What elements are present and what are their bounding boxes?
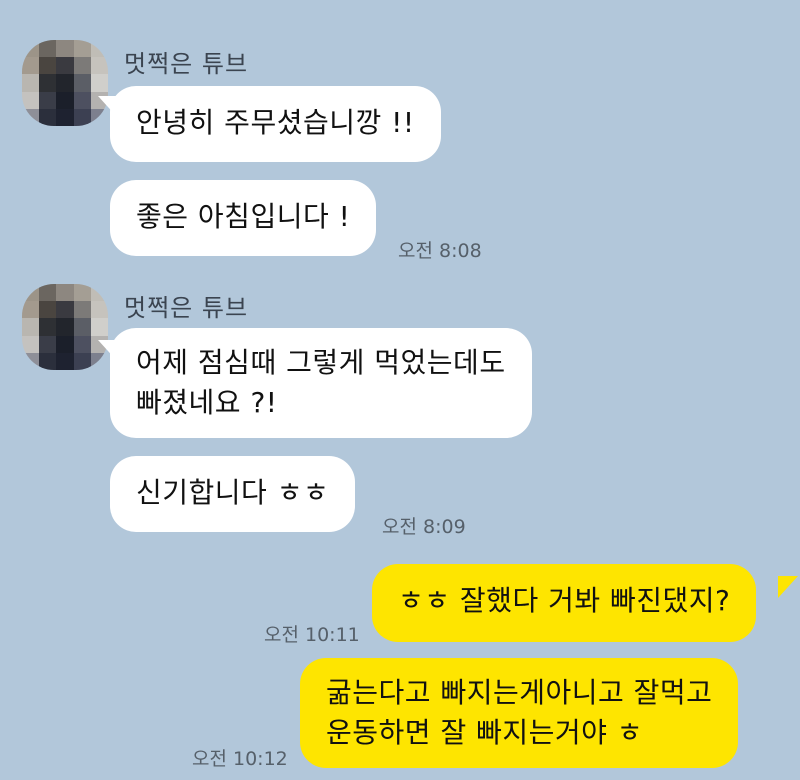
message-timestamp: 오전 8:09 (382, 516, 466, 538)
message-timestamp: 오전 10:11 (264, 624, 360, 646)
message-timestamp: 오전 8:08 (398, 240, 482, 262)
chat-room: 멋쩍은 튜브 안녕히 주무셨습니깡 !! 좋은 아침입니다 ! 오전 8:08 … (0, 0, 800, 780)
message-text: 어제 점심때 그렇게 먹었는데도 (136, 346, 506, 379)
message-timestamp: 오전 10:12 (192, 748, 288, 770)
bubble-tail (778, 576, 798, 598)
message-text: 운동하면 잘 빠지는거야 ㅎ (326, 716, 644, 749)
outgoing-message-bubble[interactable]: 굶는다고 빠지는게아니고 잘먹고 운동하면 잘 빠지는거야 ㅎ (300, 658, 739, 768)
sender-name: 멋쩍은 튜브 (124, 294, 249, 322)
message-text: 빠졌네요 ?! (136, 386, 278, 419)
avatar[interactable] (22, 40, 108, 126)
incoming-message-bubble[interactable]: 어제 점심때 그렇게 먹었는데도 빠졌네요 ?! (110, 328, 532, 438)
avatar[interactable] (22, 284, 108, 370)
message-text: ㅎㅎ 잘했다 거봐 빠진댔지? (398, 584, 731, 617)
incoming-message-bubble[interactable]: 좋은 아침입니다 ! (110, 180, 377, 256)
sender-name: 멋쩍은 튜브 (124, 50, 249, 78)
message-text: 굶는다고 빠지는게아니고 잘먹고 (326, 676, 713, 709)
message-text: 좋은 아침입니다 ! (136, 200, 351, 233)
message-text: 안녕히 주무셨습니깡 !! (136, 106, 415, 139)
incoming-message-bubble[interactable]: 안녕히 주무셨습니깡 !! (110, 86, 441, 162)
outgoing-message-bubble[interactable]: ㅎㅎ 잘했다 거봐 빠진댔지? (372, 564, 757, 642)
incoming-message-bubble[interactable]: 신기합니다 ㅎㅎ (110, 456, 356, 532)
message-text: 신기합니다 ㅎㅎ (136, 476, 330, 509)
